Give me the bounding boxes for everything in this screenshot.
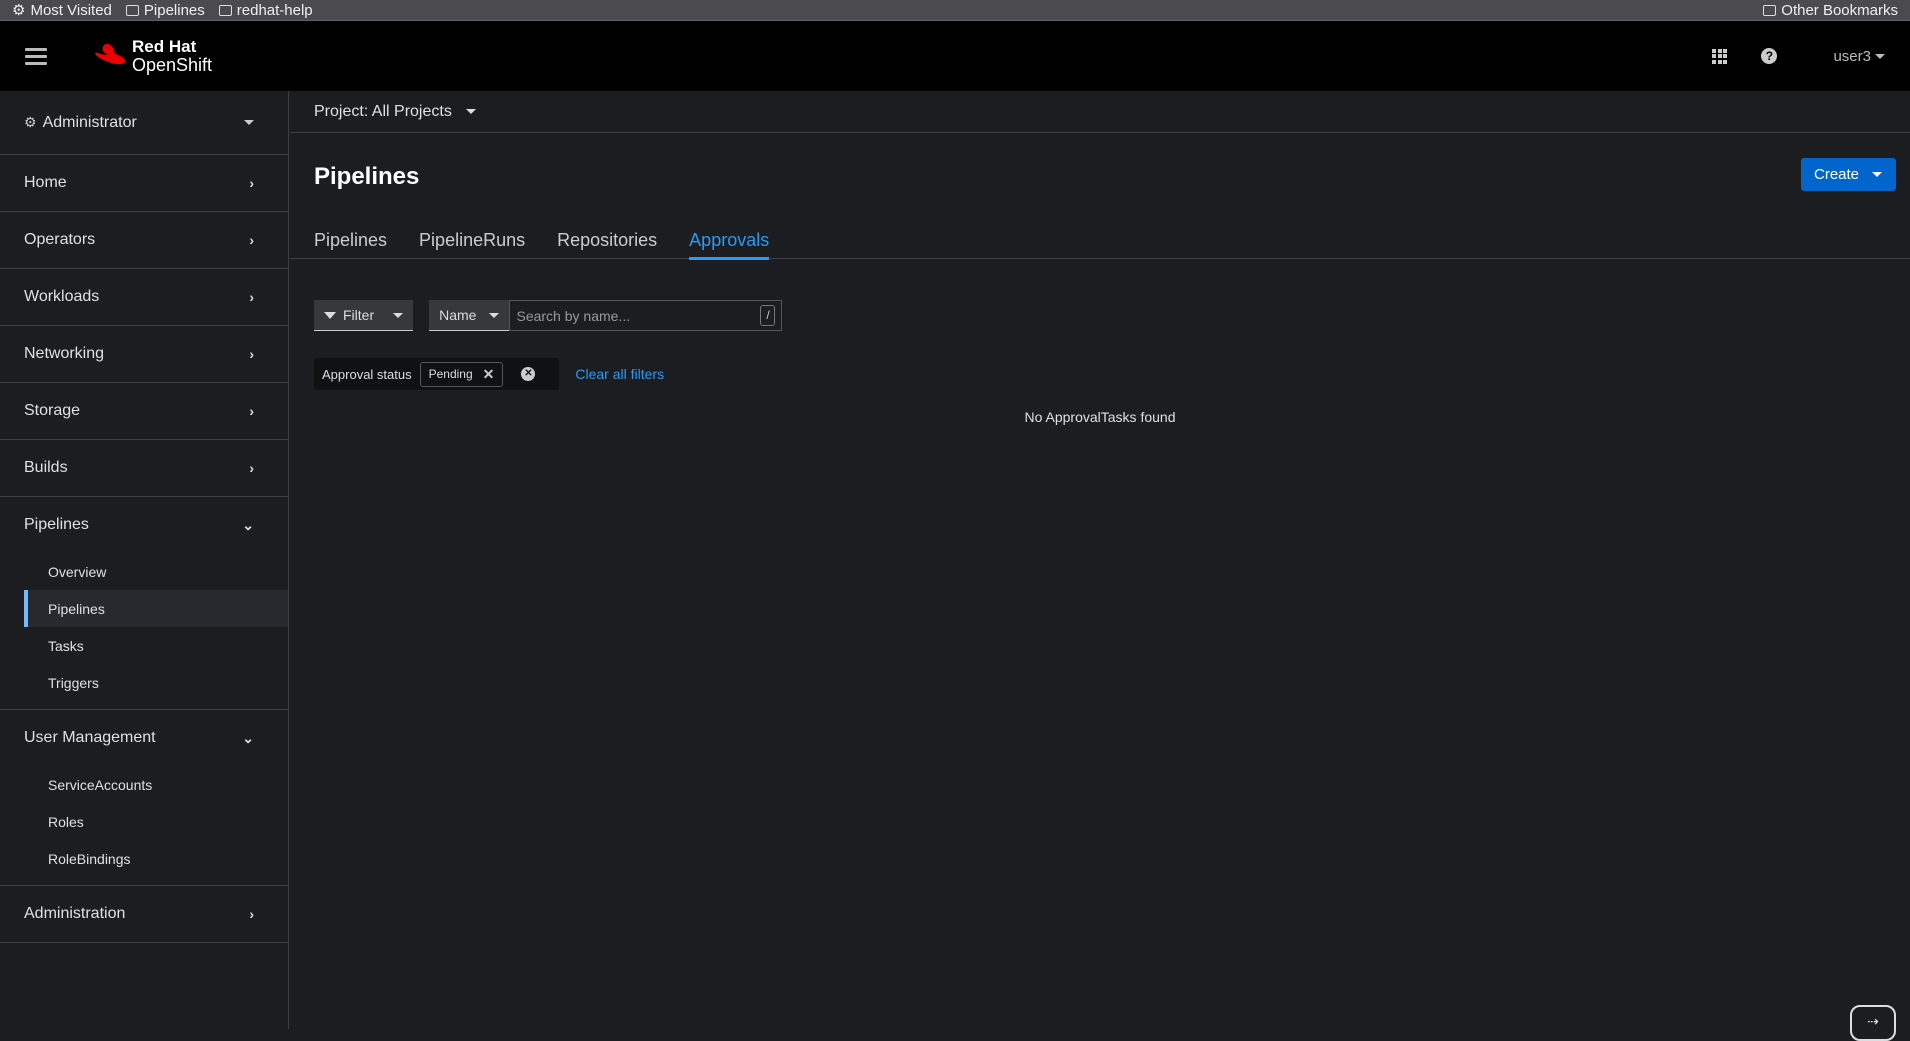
caret-down-icon — [1872, 172, 1882, 177]
logo[interactable]: Red Hat OpenShift — [94, 37, 212, 76]
user-name: user3 — [1833, 47, 1871, 65]
caret-down-icon — [489, 312, 500, 318]
chevron-right-icon: › — [249, 460, 254, 476]
nav-item-triggers[interactable]: Triggers — [24, 664, 288, 701]
perspective-switcher[interactable]: ⚙ Administrator — [0, 91, 288, 155]
nav-item-rolebindings[interactable]: RoleBindings — [24, 840, 288, 877]
bookmark-label: Other Bookmarks — [1781, 1, 1898, 19]
chip-label: Pending — [428, 367, 473, 381]
nav-item-pipelines[interactable]: Pipelines — [24, 590, 288, 627]
name-label: Name — [439, 307, 477, 323]
tab-repositories[interactable]: Repositories — [557, 221, 657, 259]
create-button[interactable]: Create — [1801, 158, 1896, 191]
bookmark-most-visited[interactable]: ⚙ Most Visited — [12, 1, 112, 20]
chevron-right-icon: › — [249, 289, 254, 305]
app-launcher-icon[interactable] — [1712, 48, 1728, 64]
empty-state-message: No ApprovalTasks found — [1024, 409, 1176, 425]
nav-item-overview[interactable]: Overview — [24, 553, 288, 590]
tabs: Pipelines PipelineRuns Repositories Appr… — [290, 221, 1910, 260]
search-shortcut-hint: / — [760, 305, 776, 326]
search-field: / — [509, 300, 783, 331]
tab-pipelineruns[interactable]: PipelineRuns — [419, 221, 525, 259]
chevron-right-icon: › — [249, 403, 254, 419]
hamburger-menu-icon[interactable] — [25, 47, 47, 65]
nav-label: Builds — [24, 459, 68, 476]
chevron-right-icon: › — [249, 232, 254, 248]
bookmark-label: Pipelines — [143, 1, 205, 19]
caret-down-icon — [244, 120, 254, 125]
nav-label: Storage — [24, 402, 81, 419]
help-icon[interactable]: ? — [1761, 48, 1778, 64]
user-menu[interactable]: user3 — [1833, 48, 1885, 65]
redhat-hat-icon — [95, 44, 126, 65]
chip-group: Approval status Pending ✕ ✕ — [314, 358, 560, 390]
filter-icon — [324, 311, 336, 319]
brand-name: Red Hat — [132, 36, 197, 56]
nav-label: User Management — [24, 729, 156, 746]
masthead: Red Hat OpenShift ? user3 — [0, 21, 1910, 91]
search-input[interactable] — [516, 307, 761, 324]
nav-label: Operators — [24, 231, 96, 248]
remove-group-icon[interactable]: ✕ — [521, 367, 536, 381]
nav-administration[interactable]: Administration › — [0, 886, 288, 942]
nav-item-roles[interactable]: Roles — [24, 803, 288, 840]
caret-down-icon — [465, 109, 476, 114]
nav-label: Networking — [24, 345, 105, 362]
quick-start-icon[interactable]: ⇢ — [1850, 1005, 1896, 1041]
nav-networking[interactable]: Networking › — [0, 326, 288, 382]
project-label: Project: All Projects — [314, 102, 452, 120]
bookmark-pipelines[interactable]: Pipelines — [125, 1, 205, 19]
chevron-down-icon: ⌄ — [242, 729, 254, 746]
nav-workloads[interactable]: Workloads › — [0, 269, 288, 325]
name-dropdown[interactable]: Name — [429, 300, 510, 331]
nav-user-management[interactable]: User Management ⌄ — [0, 710, 288, 766]
filter-label: Filter — [343, 307, 375, 323]
nav-storage[interactable]: Storage › — [0, 383, 288, 439]
nav-pipelines[interactable]: Pipelines ⌄ — [0, 497, 288, 553]
caret-down-icon — [393, 312, 404, 318]
filter-chip: Pending ✕ — [419, 361, 504, 387]
nav-label: Pipelines — [24, 516, 89, 533]
chevron-right-icon: › — [249, 346, 254, 362]
caret-down-icon — [1875, 53, 1885, 59]
chevron-right-icon: › — [249, 906, 254, 922]
chevron-right-icon: › — [249, 175, 254, 191]
main-content: Project: All Projects Pipelines Create P… — [290, 91, 1910, 1041]
active-filters: Approval status Pending ✕ ✕ Clear all fil… — [314, 358, 664, 390]
tab-pipelines[interactable]: Pipelines — [314, 221, 387, 259]
nav-label: Workloads — [24, 288, 100, 305]
filter-toolbar: Filter Name / — [314, 300, 783, 331]
page-title: Pipelines — [314, 163, 420, 190]
bookmarks-bar: ⚙ Most Visited Pipelines redhat-help Othe… — [0, 0, 1910, 21]
folder-icon — [218, 4, 232, 16]
nav-operators[interactable]: Operators › — [0, 212, 288, 268]
project-selector[interactable]: Project: All Projects — [290, 91, 1910, 133]
bookmark-label: Most Visited — [30, 1, 112, 19]
product-name: OpenShift — [132, 54, 213, 75]
nav-home[interactable]: Home › — [0, 155, 288, 211]
sidebar: ⚙ Administrator Home › Operators › Workload… — [0, 91, 289, 1029]
nav-item-serviceaccounts[interactable]: ServiceAccounts — [24, 766, 288, 803]
nav-builds[interactable]: Builds › — [0, 440, 288, 496]
perspective-label: Administrator — [42, 113, 137, 131]
folder-icon — [1763, 4, 1777, 16]
nav-label: Home — [24, 174, 67, 191]
clear-all-filters-link[interactable]: Clear all filters — [575, 366, 664, 382]
nav-label: Administration — [24, 905, 126, 922]
cogs-icon: ⚙ — [24, 114, 37, 130]
bookmark-label: redhat-help — [236, 1, 313, 19]
bookmark-redhat-help[interactable]: redhat-help — [218, 1, 313, 19]
nav-item-tasks[interactable]: Tasks — [24, 627, 288, 664]
filter-dropdown[interactable]: Filter — [314, 300, 414, 331]
tab-approvals[interactable]: Approvals — [689, 221, 770, 260]
create-label: Create — [1814, 166, 1860, 183]
gear-icon: ⚙ — [12, 2, 26, 19]
folder-icon — [125, 4, 139, 16]
bookmark-other[interactable]: Other Bookmarks — [1763, 2, 1898, 19]
chevron-down-icon: ⌄ — [242, 516, 254, 533]
close-icon[interactable]: ✕ — [483, 366, 495, 383]
chip-group-label: Approval status — [322, 366, 412, 382]
